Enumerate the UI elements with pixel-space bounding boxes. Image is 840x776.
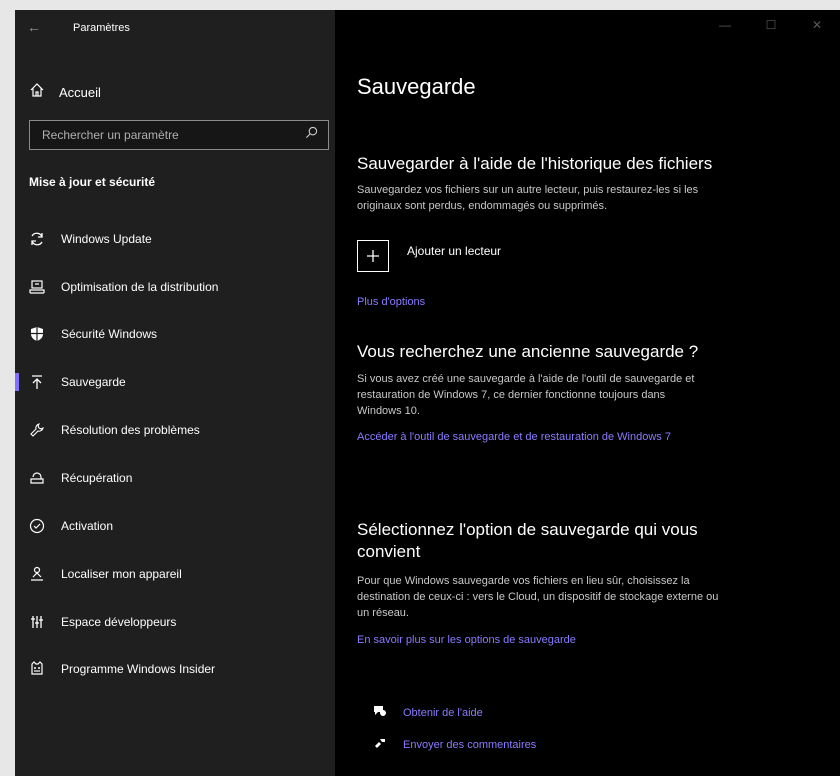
select-desc-line-1: Pour que Windows sauvegarde vos fichiers… (357, 575, 690, 587)
sidebar-item-label: Activation (61, 519, 114, 533)
sidebar-item-label: Optimisation de la distribution (61, 280, 219, 294)
select-option-heading-line-1: Sélectionnez l'option de sauvegarde qui … (357, 520, 698, 539)
add-drive-button[interactable]: Ajouter un lecteur (357, 240, 501, 272)
sidebar-item-label: Programme Windows Insider (61, 662, 216, 676)
delivery-icon (29, 279, 45, 295)
insider-icon (29, 661, 45, 677)
minimize-icon[interactable]: — (702, 10, 748, 40)
older-desc-line-3: Windows 10. (357, 405, 420, 417)
sidebar-item-find-device[interactable]: Localiser mon appareil (15, 552, 335, 596)
sidebar-item-recovery[interactable]: Récupération (15, 456, 335, 500)
older-desc-line-1: Si vous avez créé une sauvegarde à l'aid… (357, 373, 695, 385)
sidebar-item-distribution[interactable]: Optimisation de la distribution (15, 265, 335, 309)
older-backup-heading: Vous recherchez une ancienne sauvegarde … (357, 342, 699, 361)
get-help-link[interactable]: Obtenir de l'aide (357, 704, 483, 721)
shield-icon (29, 326, 45, 342)
sidebar-item-activation[interactable]: Activation (15, 504, 335, 548)
search-input[interactable] (40, 127, 284, 143)
sidebar: ← Paramètres Accueil Mise à jour et sécu… (15, 10, 335, 776)
title-bar: ← Paramètres (15, 10, 335, 46)
sidebar-item-label: Espace développeurs (61, 615, 177, 629)
home-icon (29, 82, 45, 103)
sidebar-item-label: Localiser mon appareil (61, 567, 182, 581)
sidebar-item-insider[interactable]: Programme Windows Insider (15, 647, 335, 691)
back-arrow-icon[interactable]: ← (27, 19, 41, 35)
select-option-heading-line-2: convient (357, 542, 421, 561)
get-help-label: Obtenir de l'aide (403, 706, 483, 719)
app-title: Paramètres (73, 22, 130, 34)
feedback-icon (373, 736, 387, 753)
help-chat-icon (373, 704, 387, 721)
sidebar-item-windows-update[interactable]: Windows Update (15, 217, 335, 261)
select-desc-line-2: destination de ceux-ci : vers le Cloud, … (357, 591, 719, 603)
history-heading: Sauvegarder à l'aide de l'historique des… (357, 154, 713, 173)
home-label: Accueil (59, 85, 101, 100)
sidebar-item-label: Windows Update (61, 232, 152, 246)
plus-icon (357, 240, 389, 272)
home-link[interactable]: Accueil (29, 82, 101, 103)
search-icon[interactable] (305, 126, 318, 144)
backup-arrow-icon (29, 374, 45, 390)
more-options-link[interactable]: Plus d'options (357, 296, 425, 308)
settings-window: ← Paramètres Accueil Mise à jour et sécu… (15, 10, 840, 776)
send-feedback-label: Envoyer des commentaires (403, 738, 537, 751)
sidebar-item-label: Sauvegarde (61, 375, 126, 389)
person-location-icon (29, 566, 45, 582)
add-drive-label: Ajouter un lecteur (407, 244, 502, 258)
wrench-icon (29, 422, 45, 438)
sidebar-item-backup[interactable]: Sauvegarde (15, 360, 335, 404)
page-title: Sauvegarde (357, 74, 476, 99)
sidebar-item-label: Résolution des problèmes (61, 423, 200, 437)
recovery-icon (29, 470, 45, 486)
refresh-icon (29, 231, 45, 247)
check-circle-icon (29, 518, 45, 534)
backup-options-link[interactable]: En savoir plus sur les options de sauveg… (357, 634, 576, 646)
sidebar-item-troubleshoot[interactable]: Résolution des problèmes (15, 408, 335, 452)
windows7-backup-link[interactable]: Accéder à l'outil de sauvegarde et de re… (357, 431, 671, 443)
history-desc-line-1: Sauvegardez vos fichiers sur un autre le… (357, 184, 699, 196)
search-box[interactable] (29, 120, 329, 150)
sidebar-item-label: Sécurité Windows (61, 327, 158, 341)
developer-icon (29, 614, 45, 630)
close-icon[interactable]: ✕ (794, 10, 840, 40)
select-desc-line-3: un réseau. (357, 607, 409, 619)
sidebar-item-windows-security[interactable]: Sécurité Windows (15, 312, 335, 356)
history-desc-line-2: originaux sont perdus, endommagés ou sup… (357, 200, 608, 212)
older-desc-line-2: restauration de Windows 7, ce dernier fo… (357, 389, 666, 401)
maximize-icon[interactable]: ☐ (748, 10, 794, 40)
send-feedback-link[interactable]: Envoyer des commentaires (357, 736, 536, 753)
sidebar-item-label: Récupération (61, 471, 133, 485)
sidebar-item-developers[interactable]: Espace développeurs (15, 600, 335, 644)
window-controls: — ☐ ✕ (702, 10, 840, 40)
section-title: Mise à jour et sécurité (29, 175, 156, 189)
